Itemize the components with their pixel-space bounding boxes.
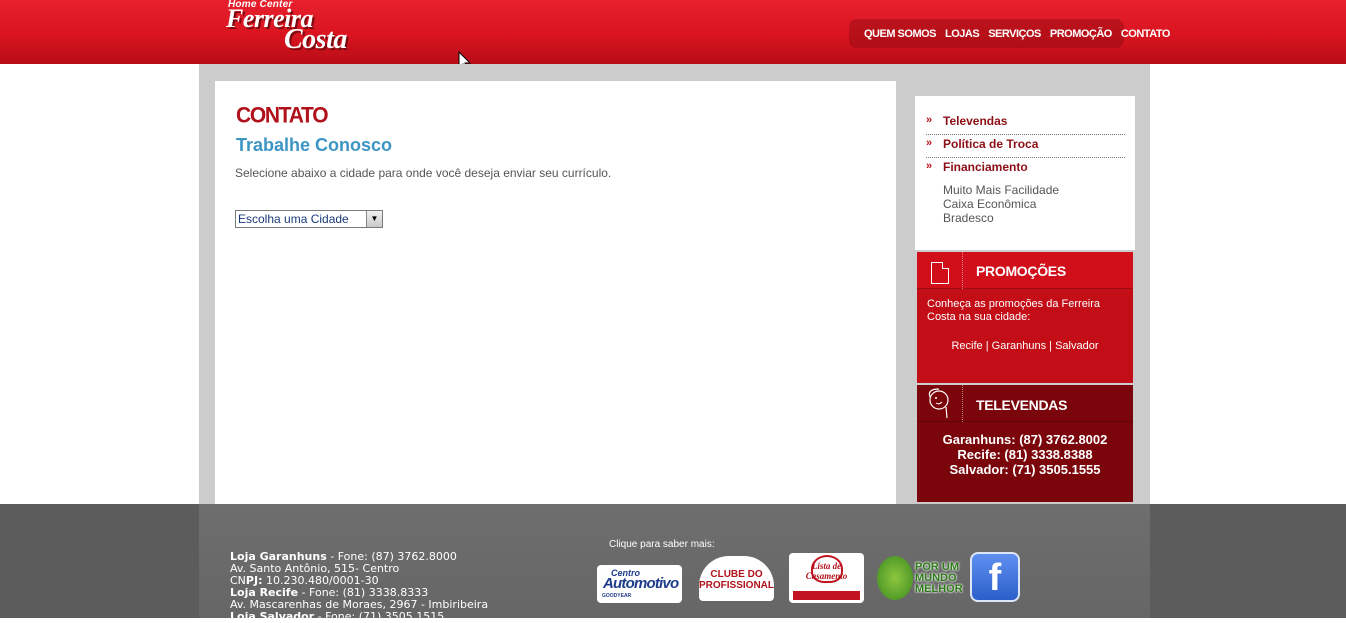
- promocoes-text: Conheça as promoções da Ferreira Costa n…: [927, 298, 1101, 323]
- store-salvador-line: Loja Salvador - Fone: (71) 3505.1515: [230, 610, 445, 623]
- centro-automotivo-badge[interactable]: Centro Automotivo GOODYEAR: [597, 565, 682, 603]
- double-chevron-icon: »: [926, 160, 933, 172]
- sidebar-item-label: Televendas: [943, 114, 1008, 128]
- televendas-phone-recife: Recife: (81) 3338.8388: [957, 447, 1093, 462]
- double-chevron-icon: »: [926, 137, 933, 149]
- promocoes-title: PROMOÇÕES: [976, 263, 1066, 279]
- por-um-mundo-melhor-badge[interactable]: POR UM MUNDO MELHOR: [877, 552, 963, 602]
- sublist-item-caixa-economica[interactable]: Caixa Econômica: [943, 197, 1059, 211]
- sidebar-item-politica-de-troca[interactable]: » Política de Troca: [926, 135, 1125, 158]
- chevron-down-icon[interactable]: ▼: [366, 211, 382, 227]
- double-chevron-icon: »: [926, 114, 933, 126]
- financiamento-sublist: Muito Mais Facilidade Caixa Econômica Br…: [943, 183, 1059, 225]
- promocoes-box: PROMOÇÕES Conheça as promoções da Ferrei…: [917, 252, 1133, 383]
- facebook-icon[interactable]: f: [970, 552, 1020, 602]
- sublist-item-muito-mais-facilidade[interactable]: Muito Mais Facilidade: [943, 183, 1059, 197]
- nav-servicos[interactable]: SERVIÇOS: [988, 28, 1041, 40]
- header: Home Center Ferreira Costa QUEM SOMOS LO…: [0, 0, 1346, 64]
- headset-person-icon: [925, 387, 955, 419]
- leaf-icon: [877, 556, 913, 600]
- sidebar-item-label: Financiamento: [943, 160, 1028, 174]
- promo-city-salvador[interactable]: Salvador: [1055, 340, 1098, 352]
- televendas-phone-garanhuns: Garanhuns: (87) 3762.8002: [942, 432, 1108, 447]
- store-addresses: Loja Garanhuns - Fone: (87) 3762.8000 Av…: [230, 551, 488, 623]
- promo-city-recife[interactable]: Recife: [951, 340, 982, 352]
- document-icon: [931, 262, 949, 284]
- televendas-box: TELEVENDAS Garanhuns: (87) 3762.8002 Rec…: [917, 385, 1133, 502]
- city-select[interactable]: Escolha uma Cidade ▼: [235, 210, 383, 228]
- televendas-header: TELEVENDAS: [917, 385, 1133, 422]
- page-title: CONTATO: [236, 103, 329, 128]
- instruction-text: Selecione abaixo a cidade para onde você…: [235, 166, 612, 180]
- logo-costa: Costa: [284, 24, 347, 55]
- facebook-letter: f: [988, 557, 1002, 599]
- promocoes-cities: Recife | Garanhuns | Salvador: [951, 340, 1099, 352]
- divider: [962, 252, 963, 289]
- sidebar-item-televendas[interactable]: » Televendas: [926, 112, 1125, 135]
- televendas-phones: Garanhuns: (87) 3762.8002 Recife: (81) 3…: [917, 432, 1133, 477]
- ferreira-costa-logo[interactable]: Home Center Ferreira Costa: [226, 0, 371, 60]
- televendas-title: TELEVENDAS: [976, 397, 1068, 413]
- badge-text: CLUBE DO PROFISSIONAL: [699, 569, 775, 591]
- televendas-phone-salvador: Salvador: (71) 3505.1555: [949, 462, 1101, 477]
- main-nav: QUEM SOMOS LOJAS SERVIÇOS PROMOÇÃO CONTA…: [849, 19, 1170, 48]
- section-subtitle: Trabalhe Conosco: [236, 135, 393, 155]
- badge-text: Automotivo: [603, 575, 679, 592]
- divider: [962, 385, 963, 422]
- promocoes-header: PROMOÇÕES: [917, 252, 1133, 289]
- sidebar-item-financiamento[interactable]: » Financiamento: [926, 158, 1125, 181]
- nav-contato[interactable]: CONTATO: [1121, 28, 1171, 40]
- sublist-item-bradesco[interactable]: Bradesco: [943, 211, 1059, 225]
- click-more-label: Clique para saber mais:: [609, 539, 715, 550]
- badge-text: Lista de Casamento: [805, 561, 848, 581]
- badge-text: GOODYEAR: [602, 593, 632, 599]
- promo-city-garanhuns[interactable]: Garanhuns: [992, 340, 1046, 352]
- clube-do-profissional-badge[interactable]: CLUBE DO PROFISSIONAL: [699, 556, 774, 601]
- sidebar-item-label: Política de Troca: [943, 137, 1039, 151]
- city-select-value: Escolha uma Cidade: [238, 212, 349, 226]
- badge-footer-strip: [793, 591, 860, 600]
- nav-promocao[interactable]: PROMOÇÃO: [1050, 28, 1113, 40]
- badge-text: POR UM MUNDO MELHOR: [915, 561, 963, 595]
- lista-de-casamento-badge[interactable]: Lista de Casamento: [789, 553, 864, 603]
- nav-lojas[interactable]: LOJAS: [945, 28, 980, 40]
- nav-quem-somos[interactable]: QUEM SOMOS: [864, 28, 937, 40]
